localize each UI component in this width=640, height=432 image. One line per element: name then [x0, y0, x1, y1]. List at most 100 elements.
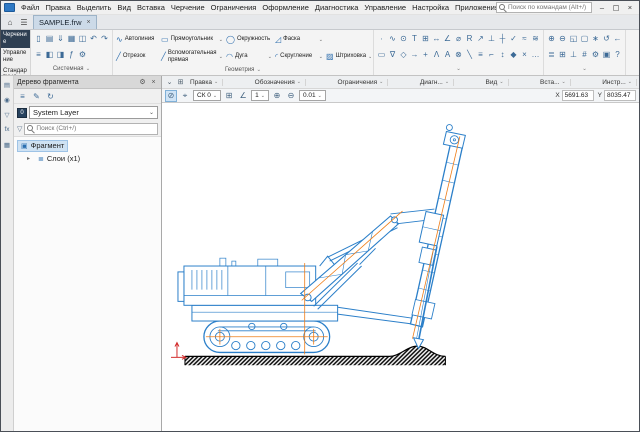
open-document-icon[interactable]: ▤ [44, 31, 55, 46]
hamburger-menu-icon[interactable]: ☰ [17, 16, 31, 29]
grid-icon[interactable]: ⊞ [175, 78, 186, 86]
ellipse-icon[interactable]: ⊙ [398, 31, 409, 46]
ribbon-group-geometry-label[interactable]: Геометрия ⌄ [115, 65, 371, 75]
variables-icon[interactable]: ƒ [66, 47, 77, 62]
menu-item-9[interactable]: Управление [361, 3, 409, 12]
canvas-tab-5[interactable]: Вста...⌄ [536, 79, 571, 86]
hatch-tool[interactable]: ▨Штриховка⌄ [325, 48, 371, 65]
home-icon[interactable]: ⌂ [3, 16, 17, 29]
more-icon[interactable]: … [530, 47, 541, 62]
style-mode-icon[interactable]: ⊘ [165, 90, 177, 102]
panel-settings-icon[interactable]: ⚙ [138, 78, 147, 86]
canvas-tab-6[interactable]: Инстр...⌄ [598, 79, 637, 86]
autoline-tool[interactable]: ∿Автолиния [115, 31, 159, 48]
maximize-button[interactable]: ▢ [609, 2, 623, 14]
redo-icon[interactable]: ↷ [99, 31, 110, 46]
new-document-icon[interactable]: ▯ [33, 31, 44, 46]
copy-icon[interactable]: ◧ [44, 47, 55, 62]
canvas-tab-3[interactable]: Диагн...⌄ [416, 79, 454, 86]
rectangle-tool[interactable]: ▭Прямоугольник⌄ [160, 31, 224, 48]
zoom-in-icon[interactable]: ⊕ [546, 31, 557, 46]
equidistant-icon[interactable]: ≋ [530, 31, 541, 46]
filter-icon[interactable]: ▽ [2, 109, 13, 120]
segment-tool[interactable]: ╱Отрезок [115, 48, 159, 65]
roughness-icon[interactable]: ✓ [508, 31, 519, 46]
tree-search[interactable] [24, 123, 158, 135]
document-tab[interactable]: SAMPLE.frw × [33, 15, 97, 29]
zoom-all-icon[interactable]: ◱ [568, 31, 579, 46]
radius-dimension-icon[interactable]: R [464, 31, 475, 46]
help-icon[interactable]: ? [612, 47, 623, 62]
snap-mode-icon[interactable]: ⌖ [179, 90, 191, 102]
ortho-view-icon[interactable]: ⊥ [568, 47, 579, 62]
command-search[interactable] [496, 2, 592, 13]
canvas-tab-4[interactable]: Вид⌄ [482, 79, 509, 86]
coordinate-system-select[interactable]: СК 0 ⌄ [193, 90, 221, 101]
tab-close-icon[interactable]: × [87, 19, 91, 26]
weld-icon[interactable]: Λ [431, 47, 442, 62]
scale-select[interactable]: 1 ⌄ [251, 90, 269, 101]
tolerance-frame-icon[interactable]: ▭ [376, 47, 387, 62]
close-button[interactable]: × [623, 2, 637, 14]
table-icon[interactable]: ⊞ [420, 31, 431, 46]
menu-item-7[interactable]: Оформление [259, 3, 312, 12]
canvas-tab-2[interactable]: Ограничения⌄ [333, 79, 388, 86]
filter-icon[interactable]: ▽ [17, 125, 22, 133]
menu-item-1[interactable]: Правка [42, 3, 73, 12]
height-dimension-icon[interactable]: ↕ [497, 47, 508, 62]
grid-toggle-icon[interactable]: ⊞ [223, 90, 235, 102]
node-icon[interactable]: ⊗ [453, 47, 464, 62]
fx-icon[interactable]: fx [2, 124, 13, 135]
section-view-icon[interactable]: A [442, 47, 453, 62]
delete-icon[interactable]: × [519, 47, 530, 62]
zoom-out-icon[interactable]: ⊖ [557, 31, 568, 46]
ruler-icon[interactable]: # [579, 47, 590, 62]
rotate-view-icon[interactable]: ↺ [601, 31, 612, 46]
centerline-icon[interactable]: ┼ [497, 31, 508, 46]
app-logo-icon[interactable] [4, 3, 15, 12]
menu-item-8[interactable]: Диагностика [312, 3, 361, 12]
paste-icon[interactable]: ◨ [55, 47, 66, 62]
circle-tool[interactable]: ◯Окружность⌄ [225, 31, 273, 48]
settings-icon[interactable]: ⚙ [77, 47, 88, 62]
drawing-area[interactable] [162, 103, 639, 431]
leader-icon[interactable]: ↗ [475, 31, 486, 46]
ribbon-group-system-label[interactable]: Системная ⌄ [33, 63, 110, 74]
chamfer-dimension-icon[interactable]: ╲ [464, 47, 475, 62]
menu-item-0[interactable]: Файл [18, 3, 42, 12]
arrow-icon[interactable]: → [409, 47, 420, 62]
tree-node-1[interactable]: ▸≣Слои (х1) [14, 152, 161, 165]
linear-dimension-icon[interactable]: ↔ [431, 31, 442, 46]
properties-icon[interactable]: ≡ [33, 47, 44, 62]
fillet-tool[interactable]: ◜Скругление⌄ [274, 48, 324, 65]
fit-icon[interactable]: ▣ [601, 47, 612, 62]
menu-item-11[interactable]: Приложения [452, 3, 496, 12]
snap-step-select[interactable]: 0.01 ⌄ [299, 90, 326, 101]
ribbon-tab-1[interactable]: Управление [1, 48, 30, 66]
command-search-input[interactable] [508, 4, 589, 11]
surface-finish-icon[interactable]: ∇ [387, 47, 398, 62]
angle-snap-icon[interactable]: ∠ [237, 90, 249, 102]
align-icon[interactable]: ≡ [475, 47, 486, 62]
datum-icon[interactable]: ⊥ [486, 31, 497, 46]
zoom-area-icon[interactable]: ▢ [579, 31, 590, 46]
grid-icon[interactable]: ⊞ [557, 47, 568, 62]
arc-tool[interactable]: ◠Дуга⌄ [225, 48, 273, 65]
layer-select[interactable]: System Layer ⌄ [29, 106, 158, 119]
edit-icon[interactable]: ✎ [30, 89, 43, 104]
view-settings-icon[interactable]: ⚙ [590, 47, 601, 62]
save-icon[interactable]: ⇓ [55, 31, 66, 46]
menu-item-6[interactable]: Ограничения [208, 3, 260, 12]
spline-icon[interactable]: ∿ [387, 31, 398, 46]
projection-icon[interactable]: ⌐ [486, 47, 497, 62]
zoom-in-icon[interactable]: ⊕ [271, 90, 283, 102]
diameter-dimension-icon[interactable]: ⌀ [453, 31, 464, 46]
layers-panel-icon[interactable]: ▦ [2, 139, 13, 150]
refresh-icon[interactable]: ↻ [44, 89, 57, 104]
tree-node-0[interactable]: ▣Фрагмент [14, 139, 161, 152]
break-line-icon[interactable]: ≈ [519, 31, 530, 46]
zoom-out-icon[interactable]: ⊖ [285, 90, 297, 102]
menu-item-2[interactable]: Выделить [74, 3, 115, 12]
ribbon-tab-0[interactable]: Черчение [1, 30, 30, 48]
text-icon[interactable]: T [409, 31, 420, 46]
